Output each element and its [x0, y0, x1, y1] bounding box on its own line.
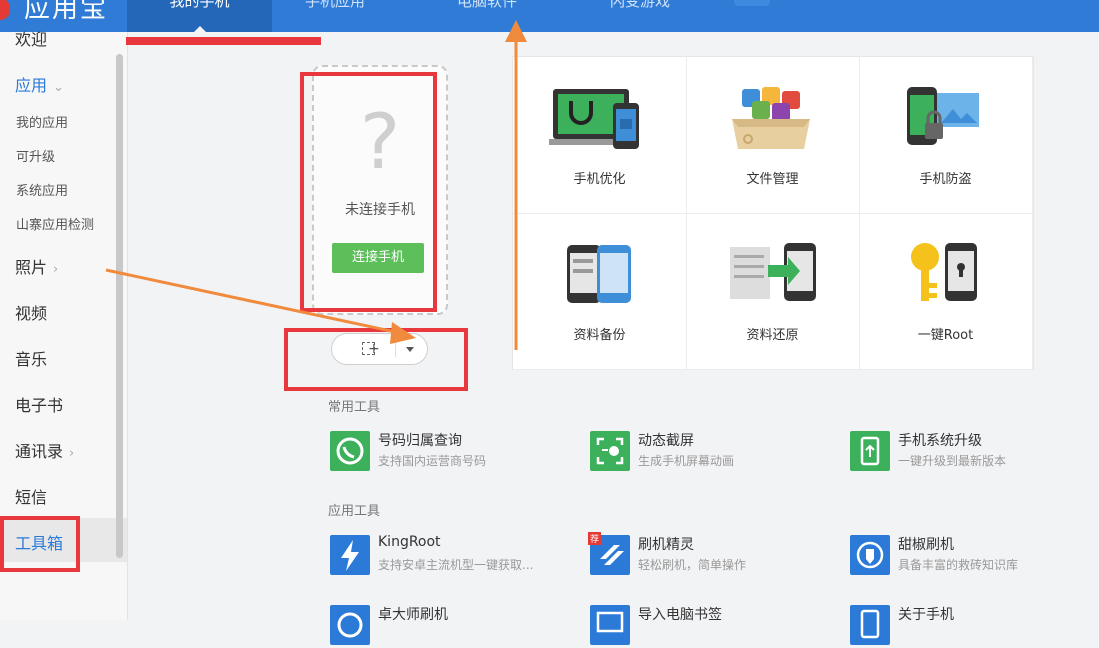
chevron-right-icon: › — [53, 262, 59, 277]
annotation-box-toolbox — [0, 516, 80, 572]
tab-phone-apps[interactable]: 手机应用 — [280, 0, 390, 32]
tool-name: 导入电脑书签 — [638, 607, 722, 623]
tool-number-lookup[interactable]: 号码归属查询 支持国内运营商号码 — [330, 430, 570, 474]
feature-label: 一键Root — [917, 328, 974, 343]
tool-desc: 支持安卓主流机型一键获取... — [378, 558, 534, 572]
tool-desc: 支持国内运营商号码 — [378, 454, 487, 468]
tab-my-phone[interactable]: 我的手机 — [127, 0, 272, 32]
annotation-box-screenshot — [284, 328, 468, 391]
feature-grid: 手机优化 文件管理 手机防盗 资料备份 资料还原 一键Root — [512, 56, 1034, 370]
chevron-right-icon: › — [69, 446, 75, 461]
annotation-box-phone-card — [300, 72, 437, 312]
sidebar-sub-system-apps[interactable]: 系统应用 — [16, 180, 68, 199]
sidebar-item-music[interactable]: 音乐 — [15, 346, 47, 370]
tool-name: 动态截屏 — [638, 433, 694, 449]
tab-games[interactable]: 闪变游戏 — [585, 0, 695, 32]
sidebar-scrollbar[interactable] — [116, 54, 123, 558]
phone-lookup-icon — [330, 431, 370, 471]
feature-label: 手机优化 — [573, 172, 626, 187]
tool-name: 手机系统升级 — [898, 433, 982, 449]
root-key-icon — [911, 243, 977, 301]
feature-label: 资料还原 — [746, 328, 799, 343]
anti-theft-icon — [907, 87, 979, 145]
tool-about-phone[interactable]: 关于手机 — [850, 604, 1090, 648]
sidebar-item-photos[interactable]: 照片 › — [15, 254, 58, 278]
tool-desc: 轻松刷机，简单操作 — [638, 558, 747, 572]
pepper-flash-icon — [850, 535, 890, 575]
top-nav-bar: 应用宝 我的手机 手机应用 电脑软件 闪变游戏 — [0, 0, 1099, 32]
tool-import-bookmarks[interactable]: 导入电脑书签 — [590, 604, 830, 648]
tool-flash-elf[interactable]: 荐 刷机精灵 轻松刷机，简单操作 — [588, 532, 830, 578]
section-common-tools: 常用工具 — [328, 400, 381, 415]
tool-name: 卓大师刷机 — [378, 607, 448, 623]
tool-desc: 生成手机屏幕动画 — [638, 454, 735, 468]
chevron-down-icon: ⌄ — [53, 80, 64, 95]
sidebar-item-sms[interactable]: 短信 — [15, 484, 47, 508]
tool-name: 关于手机 — [898, 607, 954, 623]
sidebar-sub-upgradable[interactable]: 可升级 — [16, 146, 55, 165]
tool-desc: 一键升级到最新版本 — [898, 454, 1007, 468]
tool-master-flash[interactable]: 卓大师刷机 — [330, 604, 570, 648]
sidebar-item-videos[interactable]: 视频 — [15, 300, 47, 324]
feature-data-restore[interactable]: 资料还原 — [686, 213, 860, 370]
sidebar-item-label: 通讯录 — [15, 442, 64, 461]
annotation-underline — [126, 37, 321, 45]
feature-phone-optimize[interactable]: 手机优化 — [513, 57, 687, 214]
data-backup-icon — [567, 245, 631, 303]
recommended-badge: 荐 — [588, 532, 602, 545]
tool-name: 甜椒刷机 — [898, 537, 954, 553]
sidebar-item-label: 应用 — [15, 76, 48, 95]
sidebar-item-welcome[interactable]: 欢迎 — [15, 26, 47, 50]
tool-name: KingRoot — [378, 534, 441, 550]
feature-file-manager[interactable]: 文件管理 — [686, 57, 860, 214]
app-name: 应用宝 — [24, 0, 109, 24]
bookmark-import-icon — [590, 605, 630, 645]
feature-data-backup[interactable]: 资料备份 — [513, 213, 687, 370]
feature-one-click-root[interactable]: 一键Root — [859, 213, 1033, 370]
feature-label: 文件管理 — [746, 172, 799, 187]
feature-label: 手机防盗 — [919, 172, 972, 187]
feature-label: 资料备份 — [573, 328, 626, 343]
lightning-icon — [330, 535, 370, 575]
phone-optimize-icon — [549, 89, 639, 149]
section-app-tools: 应用工具 — [328, 504, 381, 519]
sidebar-item-ebooks[interactable]: 电子书 — [15, 392, 63, 416]
tool-dynamic-screenshot[interactable]: 动态截屏 生成手机屏幕动画 — [590, 430, 830, 474]
tool-system-upgrade[interactable]: 手机系统升级 一键升级到最新版本 — [850, 430, 1090, 474]
sidebar-item-apps[interactable]: 应用 ⌄ — [15, 72, 64, 96]
app-logo-icon — [0, 0, 10, 20]
sidebar-item-contacts[interactable]: 通讯录 › — [15, 438, 74, 462]
sidebar-item-label: 照片 — [15, 258, 48, 277]
screen-capture-icon — [590, 431, 630, 471]
tool-pepper-flash[interactable]: 甜椒刷机 具备丰富的救砖知识库 — [850, 534, 1090, 578]
sidebar-sub-counterfeit-check[interactable]: 山寨应用检测 — [16, 214, 94, 233]
system-upgrade-icon — [850, 431, 890, 471]
sidebar-sub-my-apps[interactable]: 我的应用 — [16, 112, 68, 131]
tool-name: 号码归属查询 — [378, 433, 462, 449]
file-manager-icon — [732, 87, 810, 149]
tab-pc-software[interactable]: 电脑软件 — [432, 0, 542, 32]
about-phone-icon — [850, 605, 890, 645]
nav-more-button[interactable] — [734, 0, 770, 6]
tool-kingroot[interactable]: KingRoot 支持安卓主流机型一键获取... — [330, 534, 570, 578]
flash-elf-icon: 荐 — [588, 532, 630, 575]
tool-desc: 具备丰富的救砖知识库 — [898, 558, 1019, 572]
data-restore-icon — [730, 243, 816, 301]
feature-anti-theft[interactable]: 手机防盗 — [859, 57, 1033, 214]
master-flash-icon — [330, 605, 370, 645]
tool-name: 刷机精灵 — [638, 537, 694, 553]
